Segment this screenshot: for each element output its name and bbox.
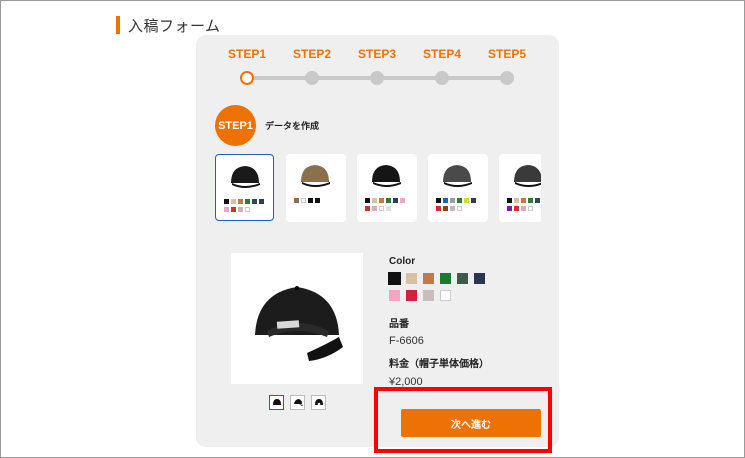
product-main-image [231, 253, 363, 384]
step-dot-4 [435, 71, 449, 85]
step-label-2: STEP2 [292, 47, 332, 61]
thumbnail-color-swatch [386, 206, 391, 211]
thumbnail-color-swatch [372, 206, 377, 211]
page-header: 入稿フォーム [116, 16, 221, 35]
thumbnail-color-swatch [528, 198, 533, 203]
thumbnail-color-swatch [514, 206, 519, 211]
thumbnail-color-swatch [365, 206, 370, 211]
thumbnail-color-swatch [521, 206, 526, 211]
step-dot-1 [240, 71, 254, 85]
header-accent-bar [116, 16, 120, 34]
page-title: 入稿フォーム [128, 16, 221, 35]
thumbnail-color-swatch [372, 198, 377, 203]
image-variant-selector [269, 395, 326, 410]
thumbnail-color-swatch [393, 198, 398, 203]
cap-thumbnail-icon [514, 165, 541, 187]
thumbnail-color-swatch [308, 198, 313, 203]
product-code-value: F-6606 [389, 335, 424, 347]
thumbnail-color-swatch [379, 206, 384, 211]
thumbnail-color-swatch [231, 199, 236, 204]
thumbnail-cap-camo[interactable] [286, 154, 346, 222]
cap-thumbnail-icon [301, 165, 330, 187]
step-indicator: STEP1 STEP2 STEP3 STEP4 STEP5 [196, 35, 559, 95]
current-step-badge: STEP1 [215, 105, 256, 146]
thumbnail-color-swatch [443, 206, 448, 211]
color-swatch-khaki[interactable] [406, 273, 417, 284]
thumbnail-color-swatch [464, 198, 469, 203]
step-dot-5 [500, 71, 514, 85]
color-swatch-silver[interactable] [423, 290, 434, 301]
variant-back-button[interactable] [311, 395, 326, 410]
thumbnail-cap-charcoal[interactable] [428, 154, 488, 222]
thumbnail-color-swatch [436, 206, 441, 211]
thumbnail-cap-dark-gray[interactable] [499, 154, 541, 222]
thumbnail-color-swatch [238, 207, 243, 212]
product-thumbnail-list [215, 154, 541, 224]
thumbnail-color-swatch [457, 206, 462, 211]
thumbnail-color-swatch [521, 198, 526, 203]
cap-thumbnail-icon [443, 165, 472, 187]
price-label: 料金（帽子単体価格） [389, 359, 489, 370]
cap-back-icon [314, 399, 323, 406]
cap-side-icon [293, 399, 303, 406]
highlight-annotation-box [374, 387, 552, 453]
thumbnail-color-swatch [535, 198, 540, 203]
thumbnail-color-swatch [457, 198, 462, 203]
color-swatch-brown[interactable] [423, 273, 434, 284]
cap-thumbnail-icon [231, 166, 260, 188]
thumbnail-color-swatch [301, 198, 306, 203]
color-swatch-green[interactable] [440, 273, 451, 284]
cap-thumbnail-icon [372, 165, 401, 187]
thumbnail-color-swatch [400, 198, 405, 203]
thumbnail-color-swatch [252, 199, 257, 204]
thumbnail-color-swatch [450, 206, 455, 211]
thumbnail-color-swatch [238, 199, 243, 204]
step-dot-2 [305, 71, 319, 85]
current-step-description: データを作成 [265, 122, 320, 132]
thumbnail-color-swatch [471, 198, 476, 203]
thumbnail-color-swatch [315, 198, 320, 203]
variant-side-button[interactable] [290, 395, 305, 410]
thumbnail-color-swatch [231, 207, 236, 212]
thumbnail-color-swatch [528, 206, 533, 211]
thumbnail-color-swatch [294, 198, 299, 203]
thumbnail-color-swatch [259, 199, 264, 204]
step-label-4: STEP4 [422, 47, 462, 61]
thumbnail-cap-black[interactable] [215, 154, 274, 221]
thumbnail-color-swatch [379, 198, 384, 203]
thumbnail-color-swatch [514, 198, 519, 203]
variant-front-button[interactable] [269, 395, 284, 410]
color-swatch-black[interactable] [388, 272, 401, 285]
cap-image-icon [255, 286, 343, 361]
color-swatch-dark-green[interactable] [457, 273, 468, 284]
color-label: Color [389, 256, 416, 267]
product-code-label: 品番 [389, 319, 409, 330]
step-label-5: STEP5 [487, 47, 527, 61]
thumbnail-color-swatch [507, 206, 512, 211]
thumbnail-cap-black-white[interactable] [357, 154, 417, 222]
thumbnail-color-swatch [224, 199, 229, 204]
thumbnail-color-swatch [245, 207, 250, 212]
thumbnail-color-swatch [436, 198, 441, 203]
color-swatch-pink[interactable] [389, 290, 400, 301]
thumbnail-color-swatch [365, 198, 370, 203]
thumbnail-color-swatch [245, 199, 250, 204]
thumbnail-color-swatch [443, 198, 448, 203]
cap-front-icon [272, 399, 281, 405]
color-swatch-white[interactable] [440, 290, 451, 301]
thumbnail-color-swatch [224, 207, 229, 212]
step-label-1: STEP1 [227, 47, 267, 61]
color-swatch-red[interactable] [406, 290, 417, 301]
thumbnail-color-swatch [450, 198, 455, 203]
step-label-3: STEP3 [357, 47, 397, 61]
thumbnail-color-swatch [386, 198, 391, 203]
color-swatch-navy[interactable] [474, 273, 485, 284]
thumbnail-color-swatch [507, 198, 512, 203]
step-dot-3 [370, 71, 384, 85]
entry-form-card: STEP1 STEP2 STEP3 STEP4 STEP5 STEP1 データを… [196, 35, 559, 447]
